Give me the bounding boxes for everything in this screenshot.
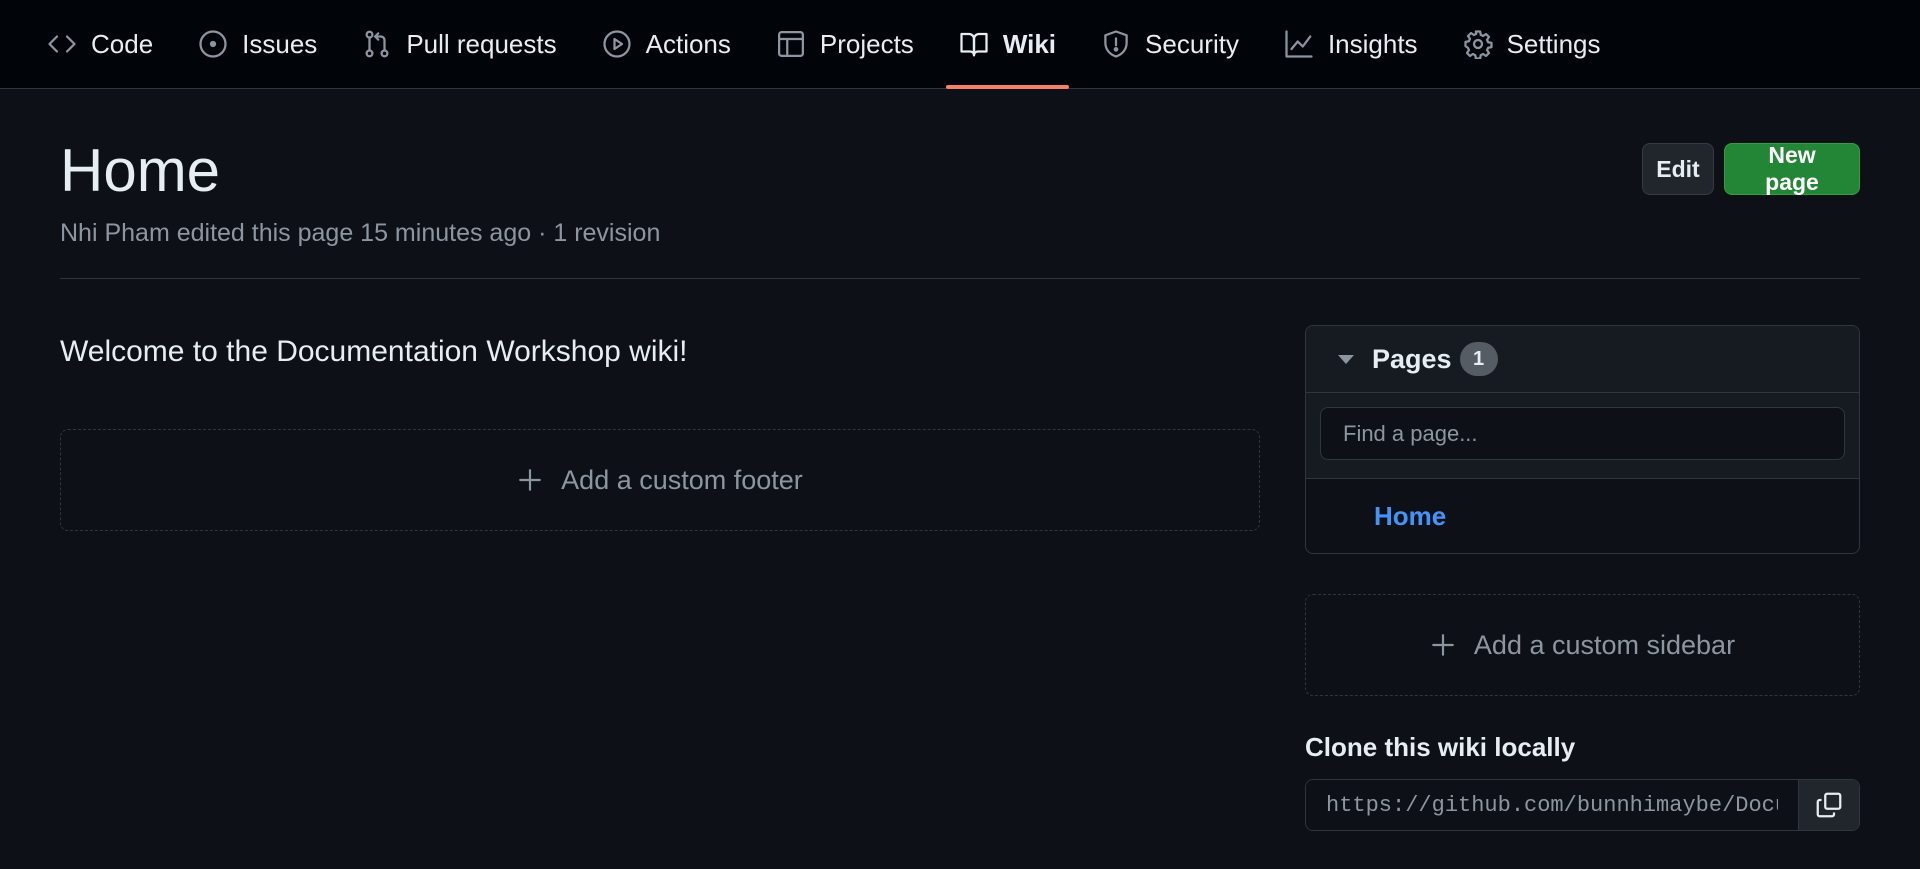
tab-projects[interactable]: Projects <box>763 0 927 88</box>
tab-label: Pull requests <box>406 28 557 59</box>
copy-icon <box>1814 790 1844 820</box>
caret-down-icon <box>1338 354 1354 364</box>
tab-label: Projects <box>819 28 914 59</box>
code-icon <box>47 29 77 59</box>
tab-insights[interactable]: Insights <box>1271 0 1431 88</box>
tab-label: Code <box>91 28 154 59</box>
clone-url-group <box>1305 779 1860 831</box>
wiki-welcome-text: Welcome to the Documentation Workshop wi… <box>60 335 688 368</box>
tab-label: Wiki <box>1002 28 1057 59</box>
tab-wiki[interactable]: Wiki <box>945 0 1070 89</box>
book-icon <box>959 29 989 59</box>
tab-label: Settings <box>1506 28 1601 59</box>
table-icon <box>776 29 806 59</box>
pages-title: Pages <box>1372 343 1452 374</box>
shield-icon <box>1101 29 1131 59</box>
tab-pull-requests[interactable]: Pull requests <box>349 0 569 88</box>
tab-label: Insights <box>1327 28 1418 59</box>
repo-nav: Code Issues Pull requests Actions Projec… <box>0 0 1920 89</box>
tab-issues[interactable]: Issues <box>185 0 330 88</box>
edit-button[interactable]: Edit <box>1642 143 1714 195</box>
page-link-home[interactable]: Home <box>1306 479 1859 553</box>
clone-url-input[interactable] <box>1306 780 1798 830</box>
pages-count-badge: 1 <box>1459 342 1498 376</box>
page-meta: Nhi Pham edited this page 15 minutes ago… <box>60 219 661 247</box>
tab-label: Security <box>1145 28 1239 59</box>
add-custom-footer-label: Add a custom footer <box>561 464 803 495</box>
page-title: Home <box>60 137 221 204</box>
gear-icon <box>1463 29 1493 59</box>
tab-actions[interactable]: Actions <box>589 0 744 88</box>
wiki-content: Welcome to the Documentation Workshop wi… <box>60 279 1860 869</box>
play-icon <box>602 29 632 59</box>
tab-code[interactable]: Code <box>34 0 166 88</box>
wiki-page: Home Nhi Pham edited this page 15 minute… <box>0 89 1920 869</box>
tab-label: Issues <box>242 28 318 59</box>
pull-request-icon <box>362 29 392 59</box>
graph-icon <box>1284 29 1314 59</box>
header-actions: Edit New page <box>1642 142 1860 195</box>
pages-toggle[interactable]: Pages 1 <box>1306 326 1859 393</box>
page-filter-row <box>1306 393 1859 479</box>
add-custom-sidebar[interactable]: Add a custom sidebar <box>1305 594 1860 696</box>
add-custom-sidebar-label: Add a custom sidebar <box>1473 629 1736 660</box>
find-page-input[interactable] <box>1320 407 1845 460</box>
tab-security[interactable]: Security <box>1088 0 1252 88</box>
tab-label: Actions <box>645 28 731 59</box>
plus-icon <box>1430 632 1456 658</box>
add-custom-footer[interactable]: Add a custom footer <box>60 429 1260 531</box>
issue-icon <box>198 29 228 59</box>
pages-box: Pages 1 Home <box>1305 325 1860 554</box>
plus-icon <box>517 467 543 493</box>
clone-title: Clone this wiki locally <box>1305 732 1576 762</box>
new-page-button[interactable]: New page <box>1724 142 1860 195</box>
tab-settings[interactable]: Settings <box>1450 0 1614 88</box>
copy-button[interactable] <box>1798 780 1859 830</box>
page-header: Home Nhi Pham edited this page 15 minute… <box>60 89 1860 279</box>
